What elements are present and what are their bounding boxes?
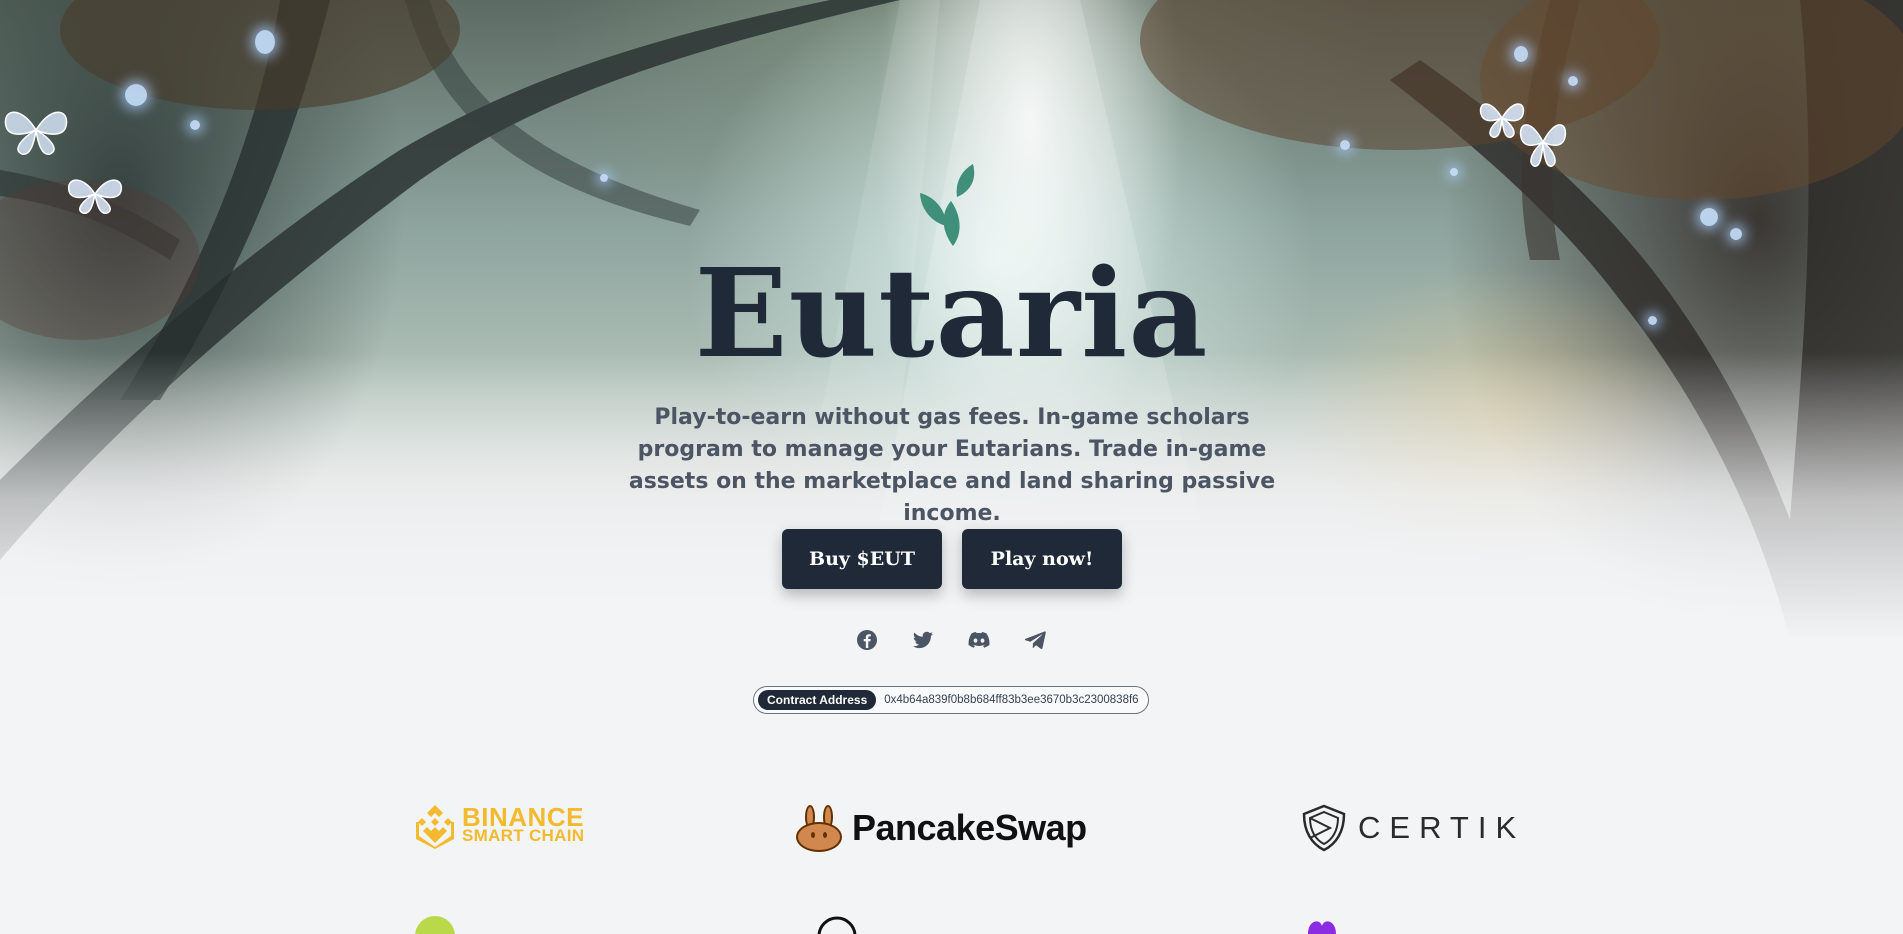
partner-logo-partial [1308, 921, 1336, 934]
buy-eut-button[interactable]: Buy $EUT [782, 529, 942, 589]
contract-address-value[interactable]: 0x4b64a839f0b8b684ff83b3ee3670b3c2300838… [884, 694, 1138, 706]
binance-icon [416, 805, 454, 849]
pancakeswap-bunny-icon [796, 805, 842, 852]
binance-wordmark: BINANCE [462, 802, 584, 832]
pancakeswap-wordmark: PancakeSwap [852, 807, 1087, 848]
telegram-icon[interactable] [1023, 628, 1047, 652]
twitter-icon[interactable] [911, 628, 935, 652]
leaf-logo-icon [920, 164, 975, 246]
facebook-icon[interactable] [855, 628, 879, 652]
contract-address-label: Contract Address [758, 690, 877, 710]
partner-logo-partial [817, 916, 857, 934]
contract-address-pill[interactable]: Contract Address 0x4b64a839f0b8b684ff83b… [753, 686, 1149, 714]
certik-wordmark: CERTIK [1358, 810, 1526, 845]
certik-shield-icon [1302, 804, 1346, 852]
smart-chain-wordmark: SMART CHAIN [462, 826, 585, 845]
partner-logo-partial [415, 916, 455, 934]
social-links [855, 628, 1051, 652]
pancakeswap-logo[interactable]: PancakeSwap [794, 803, 1087, 853]
binance-smart-chain-logo[interactable]: BINANCE SMART CHAIN [414, 803, 584, 849]
play-now-button[interactable]: Play now! [962, 529, 1122, 589]
hero-tagline: Play-to-earn without gas fees. In-game s… [628, 405, 1276, 526]
discord-icon[interactable] [967, 628, 991, 652]
brand-title: Eutaria [694, 241, 1209, 385]
certik-logo[interactable]: CERTIK [1302, 804, 1525, 852]
